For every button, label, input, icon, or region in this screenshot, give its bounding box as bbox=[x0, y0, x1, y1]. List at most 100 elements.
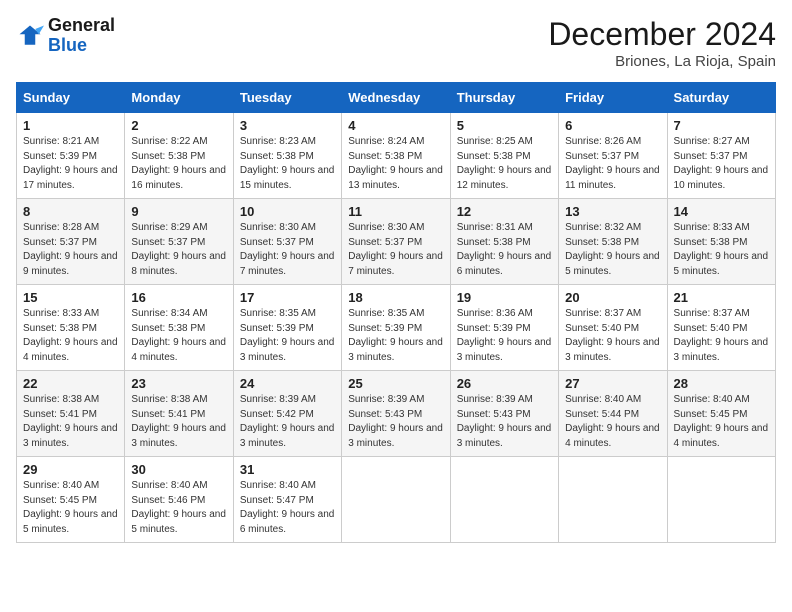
calendar-week-4: 22 Sunrise: 8:38 AM Sunset: 5:41 PM Dayli… bbox=[17, 371, 776, 457]
day-number: 11 bbox=[348, 204, 443, 219]
day-number: 23 bbox=[131, 376, 226, 391]
day-number: 16 bbox=[131, 290, 226, 305]
day-info: Sunrise: 8:40 AM Sunset: 5:46 PM Dayligh… bbox=[131, 479, 226, 537]
calendar-cell: 21Sunrise: 8:37 AM Sunset: 5:40 PM Dayli… bbox=[667, 285, 775, 371]
calendar-cell: 17 Sunrise: 8:35 AM Sunset: 5:39 PM Dayli… bbox=[233, 285, 341, 371]
day-number: 13 bbox=[565, 204, 660, 219]
day-info: Sunrise: 8:25 AM Sunset: 5:38 PM Dayligh… bbox=[457, 135, 552, 193]
day-info: Sunrise: 8:40 AM Sunset: 5:47 PM Dayligh… bbox=[240, 479, 335, 537]
logo: General Blue bbox=[16, 16, 115, 56]
logo-text: General Blue bbox=[48, 16, 115, 56]
col-monday: Monday bbox=[125, 83, 233, 113]
calendar-cell: 5 Sunrise: 8:25 AM Sunset: 5:38 PM Daylig… bbox=[450, 113, 558, 199]
logo-icon bbox=[16, 22, 44, 50]
day-info: Sunrise: 8:38 AM Sunset: 5:41 PM Dayligh… bbox=[23, 393, 118, 451]
calendar-cell: 20 Sunrise: 8:37 AM Sunset: 5:40 PM Dayli… bbox=[559, 285, 667, 371]
calendar-table: Sunday Monday Tuesday Wednesday Thursday… bbox=[16, 82, 776, 543]
calendar-cell: 11 Sunrise: 8:30 AM Sunset: 5:37 PM Dayli… bbox=[342, 199, 450, 285]
title-block: December 2024 Briones, La Rioja, Spain bbox=[548, 16, 776, 70]
calendar-cell: 7 Sunrise: 8:27 AM Sunset: 5:37 PM Daylig… bbox=[667, 113, 775, 199]
day-info: Sunrise: 8:37 AM Sunset: 5:40 PM Dayligh… bbox=[565, 307, 660, 365]
day-info: Sunrise: 8:31 AM Sunset: 5:38 PM Dayligh… bbox=[457, 221, 552, 279]
calendar-cell: 9 Sunrise: 8:29 AM Sunset: 5:37 PM Daylig… bbox=[125, 199, 233, 285]
day-info: Sunrise: 8:27 AM Sunset: 5:37 PM Dayligh… bbox=[674, 135, 769, 193]
calendar-cell: 16Sunrise: 8:34 AM Sunset: 5:38 PM Dayli… bbox=[125, 285, 233, 371]
day-info: Sunrise: 8:35 AM Sunset: 5:39 PM Dayligh… bbox=[240, 307, 335, 365]
calendar-cell: 22 Sunrise: 8:38 AM Sunset: 5:41 PM Dayli… bbox=[17, 371, 125, 457]
day-info: Sunrise: 8:40 AM Sunset: 5:45 PM Dayligh… bbox=[674, 393, 769, 451]
day-number: 1 bbox=[23, 118, 118, 133]
calendar-cell bbox=[559, 457, 667, 543]
calendar-cell: 6 Sunrise: 8:26 AM Sunset: 5:37 PM Daylig… bbox=[559, 113, 667, 199]
day-number: 19 bbox=[457, 290, 552, 305]
day-info: Sunrise: 8:32 AM Sunset: 5:38 PM Dayligh… bbox=[565, 221, 660, 279]
calendar-cell: 4 Sunrise: 8:24 AM Sunset: 5:38 PM Daylig… bbox=[342, 113, 450, 199]
day-info: Sunrise: 8:30 AM Sunset: 5:37 PM Dayligh… bbox=[240, 221, 335, 279]
calendar-week-1: 1 Sunrise: 8:21 AM Sunset: 5:39 PM Daylig… bbox=[17, 113, 776, 199]
day-number: 14 bbox=[674, 204, 769, 219]
day-number: 22 bbox=[23, 376, 118, 391]
calendar-cell: 26Sunrise: 8:39 AM Sunset: 5:43 PM Dayli… bbox=[450, 371, 558, 457]
day-number: 8 bbox=[23, 204, 118, 219]
day-number: 9 bbox=[131, 204, 226, 219]
day-info: Sunrise: 8:21 AM Sunset: 5:39 PM Dayligh… bbox=[23, 135, 118, 193]
month-title: December 2024 bbox=[548, 16, 776, 53]
day-number: 3 bbox=[240, 118, 335, 133]
calendar-cell bbox=[342, 457, 450, 543]
day-info: Sunrise: 8:33 AM Sunset: 5:38 PM Dayligh… bbox=[23, 307, 118, 365]
col-wednesday: Wednesday bbox=[342, 83, 450, 113]
col-thursday: Thursday bbox=[450, 83, 558, 113]
day-info: Sunrise: 8:37 AM Sunset: 5:40 PM Dayligh… bbox=[674, 307, 769, 365]
calendar-cell: 3 Sunrise: 8:23 AM Sunset: 5:38 PM Daylig… bbox=[233, 113, 341, 199]
day-info: Sunrise: 8:39 AM Sunset: 5:43 PM Dayligh… bbox=[348, 393, 443, 451]
location: Briones, La Rioja, Spain bbox=[548, 53, 776, 70]
day-number: 28 bbox=[674, 376, 769, 391]
day-info: Sunrise: 8:40 AM Sunset: 5:44 PM Dayligh… bbox=[565, 393, 660, 451]
day-number: 30 bbox=[131, 462, 226, 477]
day-number: 17 bbox=[240, 290, 335, 305]
day-info: Sunrise: 8:23 AM Sunset: 5:38 PM Dayligh… bbox=[240, 135, 335, 193]
calendar-cell: 18 Sunrise: 8:35 AM Sunset: 5:39 PM Dayli… bbox=[342, 285, 450, 371]
day-number: 5 bbox=[457, 118, 552, 133]
calendar-week-2: 8Sunrise: 8:28 AM Sunset: 5:37 PM Daylig… bbox=[17, 199, 776, 285]
calendar-cell bbox=[667, 457, 775, 543]
calendar-cell: 10 Sunrise: 8:30 AM Sunset: 5:37 PM Dayli… bbox=[233, 199, 341, 285]
day-number: 4 bbox=[348, 118, 443, 133]
day-number: 6 bbox=[565, 118, 660, 133]
day-number: 26 bbox=[457, 376, 552, 391]
calendar-cell: 28 Sunrise: 8:40 AM Sunset: 5:45 PM Dayli… bbox=[667, 371, 775, 457]
calendar-cell: 12 Sunrise: 8:31 AM Sunset: 5:38 PM Dayli… bbox=[450, 199, 558, 285]
day-info: Sunrise: 8:30 AM Sunset: 5:37 PM Dayligh… bbox=[348, 221, 443, 279]
calendar-cell: 31Sunrise: 8:40 AM Sunset: 5:47 PM Dayli… bbox=[233, 457, 341, 543]
day-number: 12 bbox=[457, 204, 552, 219]
day-info: Sunrise: 8:35 AM Sunset: 5:39 PM Dayligh… bbox=[348, 307, 443, 365]
calendar-cell: 14Sunrise: 8:33 AM Sunset: 5:38 PM Dayli… bbox=[667, 199, 775, 285]
day-number: 27 bbox=[565, 376, 660, 391]
calendar-cell: 29Sunrise: 8:40 AM Sunset: 5:45 PM Dayli… bbox=[17, 457, 125, 543]
calendar-cell: 8Sunrise: 8:28 AM Sunset: 5:37 PM Daylig… bbox=[17, 199, 125, 285]
day-number: 15 bbox=[23, 290, 118, 305]
day-number: 7 bbox=[674, 118, 769, 133]
calendar-week-5: 29Sunrise: 8:40 AM Sunset: 5:45 PM Dayli… bbox=[17, 457, 776, 543]
day-number: 18 bbox=[348, 290, 443, 305]
day-number: 25 bbox=[348, 376, 443, 391]
day-info: Sunrise: 8:39 AM Sunset: 5:42 PM Dayligh… bbox=[240, 393, 335, 451]
day-info: Sunrise: 8:38 AM Sunset: 5:41 PM Dayligh… bbox=[131, 393, 226, 451]
day-info: Sunrise: 8:26 AM Sunset: 5:37 PM Dayligh… bbox=[565, 135, 660, 193]
col-friday: Friday bbox=[559, 83, 667, 113]
calendar-cell: 30 Sunrise: 8:40 AM Sunset: 5:46 PM Dayli… bbox=[125, 457, 233, 543]
day-info: Sunrise: 8:29 AM Sunset: 5:37 PM Dayligh… bbox=[131, 221, 226, 279]
day-number: 20 bbox=[565, 290, 660, 305]
calendar-cell: 15 Sunrise: 8:33 AM Sunset: 5:38 PM Dayli… bbox=[17, 285, 125, 371]
header-row: Sunday Monday Tuesday Wednesday Thursday… bbox=[17, 83, 776, 113]
day-info: Sunrise: 8:24 AM Sunset: 5:38 PM Dayligh… bbox=[348, 135, 443, 193]
calendar-cell: 23 Sunrise: 8:38 AM Sunset: 5:41 PM Dayli… bbox=[125, 371, 233, 457]
day-info: Sunrise: 8:22 AM Sunset: 5:38 PM Dayligh… bbox=[131, 135, 226, 193]
day-number: 29 bbox=[23, 462, 118, 477]
calendar-cell: 1 Sunrise: 8:21 AM Sunset: 5:39 PM Daylig… bbox=[17, 113, 125, 199]
calendar-week-3: 15 Sunrise: 8:33 AM Sunset: 5:38 PM Dayli… bbox=[17, 285, 776, 371]
day-number: 10 bbox=[240, 204, 335, 219]
calendar-cell: 25 Sunrise: 8:39 AM Sunset: 5:43 PM Dayli… bbox=[342, 371, 450, 457]
day-number: 2 bbox=[131, 118, 226, 133]
day-number: 24 bbox=[240, 376, 335, 391]
